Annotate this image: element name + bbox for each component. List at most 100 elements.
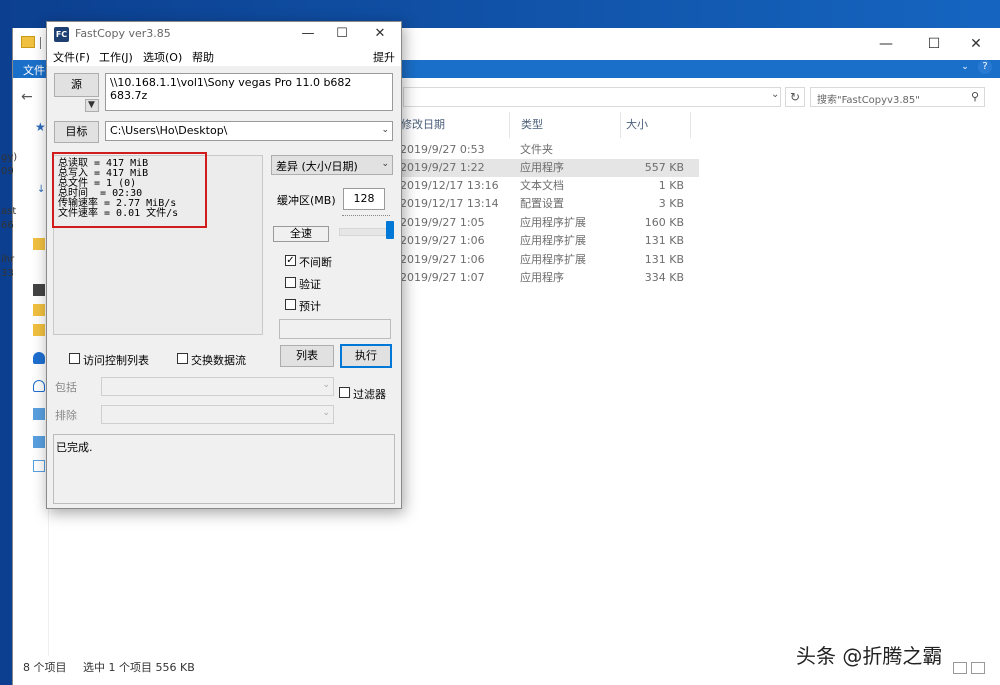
- large-icons-view-icon[interactable]: [971, 662, 985, 674]
- list-button[interactable]: 列表: [280, 345, 334, 367]
- continue-checkbox[interactable]: ✓: [285, 255, 296, 266]
- menu-hint[interactable]: 提升: [373, 49, 395, 65]
- status-log: 已完成.: [53, 434, 395, 504]
- acl-label[interactable]: 访问控制列表: [83, 352, 149, 368]
- file-date: 2019/9/27 1:06: [400, 253, 485, 266]
- buffer-size-input[interactable]: 128: [343, 188, 385, 210]
- filter-checkbox[interactable]: [339, 387, 350, 398]
- include-label: 包括: [55, 381, 77, 394]
- network-icon[interactable]: [33, 436, 45, 448]
- file-row[interactable]: 2019/12/17 13:16 文本文档 1 KB: [399, 177, 699, 195]
- navigation-pane: ★ gy) 09 ↓ ast 66 ihr 33: [1, 116, 49, 656]
- column-header-size[interactable]: 大小: [626, 114, 648, 136]
- file-type: 应用程序: [520, 161, 564, 174]
- watermark-text: 头条 @折腾之霸: [796, 644, 943, 668]
- folder-icon[interactable]: [33, 324, 45, 336]
- destination-path: C:\Users\Ho\Desktop\: [110, 124, 228, 137]
- refresh-icon[interactable]: ↻: [785, 87, 805, 107]
- file-size: 3 KB: [658, 197, 684, 210]
- folder-icon[interactable]: [33, 304, 45, 316]
- file-size: 334 KB: [644, 271, 684, 284]
- item-count: 8 个项目: [23, 661, 67, 674]
- speed-slider-thumb[interactable]: [386, 221, 394, 239]
- source-dropdown-button[interactable]: ▼: [85, 99, 99, 112]
- maximize-button[interactable]: ☐: [325, 22, 359, 46]
- file-date: 2019/9/27 0:53: [400, 143, 485, 156]
- file-type: 文本文档: [520, 179, 564, 192]
- file-date: 2019/12/17 13:14: [400, 197, 499, 210]
- file-row[interactable]: 2019/9/27 1:06 应用程序扩展 131 KB: [399, 251, 699, 269]
- search-input[interactable]: 搜索"FastCopyv3.85" ⚲: [810, 87, 985, 107]
- source-button[interactable]: 源: [54, 73, 99, 97]
- file-type: 应用程序扩展: [520, 216, 586, 229]
- file-type: 应用程序扩展: [520, 253, 586, 266]
- mode-select[interactable]: 差异 (大小/日期) ⌄: [271, 155, 393, 175]
- column-separator: [509, 112, 510, 138]
- close-button[interactable]: ✕: [953, 28, 999, 60]
- speed-label: 全速: [273, 226, 329, 242]
- source-path-field[interactable]: \\10.168.1.1\vol1\Sony vegas Pro 11.0 b6…: [105, 73, 393, 111]
- file-type: 配置设置: [520, 197, 564, 210]
- file-size: 131 KB: [644, 253, 684, 266]
- column-separator: [620, 112, 621, 138]
- cloud-icon[interactable]: [33, 380, 45, 392]
- menu-bar: 文件(F) 工作(J) 选项(O) 帮助 提升: [47, 46, 401, 66]
- file-type: 应用程序扩展: [520, 234, 586, 247]
- menu-file[interactable]: 文件(F): [53, 49, 90, 65]
- video-icon[interactable]: [33, 284, 45, 296]
- column-header-modified[interactable]: 修改日期: [401, 114, 445, 136]
- estimate-checkbox[interactable]: [285, 299, 296, 310]
- file-size: 1 KB: [658, 179, 684, 192]
- include-filter-input[interactable]: ⌄: [101, 377, 334, 396]
- verify-checkbox[interactable]: [285, 277, 296, 288]
- search-icon[interactable]: ⚲: [971, 90, 979, 103]
- nav-label-fragment: 66: [1, 220, 14, 231]
- execute-button[interactable]: 执行: [340, 344, 392, 368]
- minimize-button[interactable]: —: [863, 28, 909, 60]
- column-separator: [690, 112, 691, 138]
- close-button[interactable]: ✕: [363, 22, 397, 46]
- ribbon-file-tab[interactable]: 文件: [23, 62, 45, 78]
- stream-checkbox[interactable]: [177, 353, 188, 364]
- file-row[interactable]: 2019/9/27 1:06 应用程序扩展 131 KB: [399, 232, 699, 250]
- destination-button[interactable]: 目标: [54, 121, 99, 143]
- this-pc-icon[interactable]: [33, 408, 45, 420]
- estimate-label[interactable]: 预计: [299, 298, 321, 314]
- file-row[interactable]: 2019/9/27 1:07 应用程序 334 KB: [399, 269, 699, 287]
- file-row[interactable]: 2019/12/17 13:14 配置设置 3 KB: [399, 195, 699, 213]
- chevron-down-icon: ⌄: [381, 159, 389, 169]
- chevron-down-icon[interactable]: ⌄: [381, 125, 389, 135]
- minimize-button[interactable]: —: [291, 22, 325, 46]
- verify-label[interactable]: 验证: [299, 276, 321, 292]
- filter-label[interactable]: 过滤器: [353, 386, 386, 402]
- ribbon-expand-icon[interactable]: ⌄: [958, 60, 972, 74]
- address-dropdown-icon[interactable]: ⌄: [771, 89, 779, 100]
- menu-options[interactable]: 选项(O): [143, 49, 182, 65]
- folder-icon[interactable]: [33, 238, 45, 250]
- file-date: 2019/9/27 1:07: [400, 271, 485, 284]
- column-header-type[interactable]: 类型: [521, 114, 543, 136]
- menu-help[interactable]: 帮助: [192, 49, 214, 65]
- exclude-label: 排除: [55, 409, 77, 422]
- file-row[interactable]: 2019/9/27 0:53 文件夹: [399, 141, 699, 159]
- folder-icon: [21, 36, 35, 48]
- drive-icon[interactable]: [33, 460, 45, 472]
- continue-label[interactable]: 不间断: [299, 254, 332, 270]
- details-view-icon[interactable]: [953, 662, 967, 674]
- address-bar[interactable]: [403, 87, 781, 107]
- onedrive-icon[interactable]: [33, 352, 45, 364]
- help-icon[interactable]: ?: [978, 60, 992, 74]
- nav-label-fragment: gy): [1, 152, 18, 163]
- menu-job[interactable]: 工作(J): [99, 49, 133, 65]
- source-path: \\10.168.1.1\vol1\Sony vegas Pro 11.0 b6…: [110, 76, 352, 102]
- file-row-selected[interactable]: 2019/9/27 1:22 应用程序 557 KB: [399, 159, 699, 177]
- chevron-down-icon: ▼: [88, 100, 95, 110]
- maximize-button[interactable]: ☐: [911, 28, 957, 60]
- acl-checkbox[interactable]: [69, 353, 80, 364]
- destination-path-field[interactable]: C:\Users\Ho\Desktop\ ⌄: [105, 121, 393, 141]
- back-arrow-icon[interactable]: ←: [21, 89, 33, 105]
- file-row[interactable]: 2019/9/27 1:05 应用程序扩展 160 KB: [399, 214, 699, 232]
- stream-label[interactable]: 交换数据流: [191, 352, 246, 368]
- exclude-filter-input[interactable]: ⌄: [101, 405, 334, 424]
- selection-info: 选中 1 个项目 556 KB: [83, 661, 195, 674]
